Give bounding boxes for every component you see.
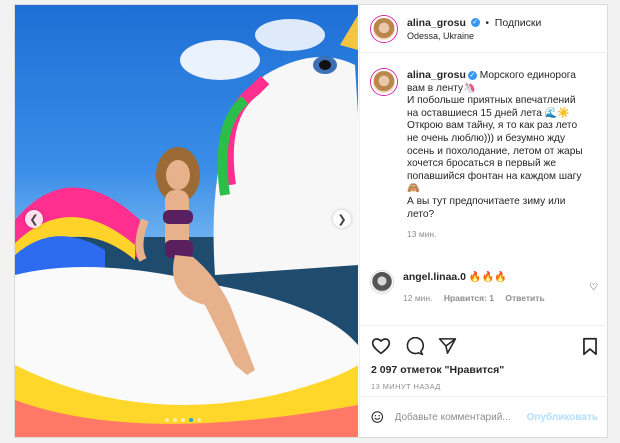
comment-meta: 12 мин. Нравится: 1 Ответить: [403, 293, 554, 303]
caption: alina_grosu ✓ Морского единорога вам в ле…: [371, 69, 603, 241]
comment-body: angel.linaa.0 🔥🔥🔥 12 мин. Нравится: 1 От…: [403, 271, 554, 303]
caption-line: вам в ленту🦄: [407, 82, 476, 94]
bookmark-save-icon[interactable]: [582, 337, 598, 356]
comment-bubble-icon[interactable]: [405, 336, 424, 356]
like-heart-icon[interactable]: [371, 337, 391, 355]
author-username[interactable]: alina_grosu: [407, 17, 466, 29]
verified-badge-icon: ✓: [470, 18, 480, 28]
comment-text: 🔥🔥🔥: [468, 272, 507, 283]
carousel-dot: [165, 418, 169, 422]
author-info: alina_grosu ✓ • Подписки Odessa, Ukraine: [407, 17, 541, 41]
action-icons: [371, 334, 598, 358]
carousel-prev-button[interactable]: ❮: [25, 210, 43, 228]
caption-line: осень и похолодание, летом от жары: [407, 145, 583, 157]
carousel-dot: [173, 418, 177, 422]
caption-line: Открою вам тайну, я то как раз лето: [407, 120, 578, 132]
caption-timestamp: 13 мин.: [407, 229, 437, 240]
add-comment-bar: Опубликовать: [360, 396, 609, 437]
caption-line: попавшийся фонтан на каждом шагу: [407, 170, 582, 182]
carousel-dot-active: [189, 418, 193, 422]
likes-count[interactable]: 2 097 отметок "Нравится": [371, 364, 598, 376]
commenter-avatar[interactable]: [371, 271, 393, 293]
caption-line: alina_grosu ✓ Морского единорога: [407, 69, 602, 83]
post-frame: ❮ ❯ alina_grosu ✓ • Подписки Odessa, Ukr…: [14, 4, 609, 438]
caption-text: Морского единорога: [479, 70, 576, 81]
caption-body: alina_grosu ✓ Морского единорога вам в ле…: [407, 69, 602, 241]
caption-avatar[interactable]: [371, 69, 397, 95]
publish-button[interactable]: Опубликовать: [527, 412, 598, 423]
caption-username[interactable]: alina_grosu: [407, 69, 466, 81]
commenter-username[interactable]: angel.linaa.0: [403, 271, 466, 283]
comment-likes-link[interactable]: Нравится: 1: [444, 293, 494, 303]
post-location[interactable]: Odessa, Ukraine: [407, 31, 541, 41]
follow-status-button[interactable]: Подписки: [495, 17, 542, 29]
carousel-dot: [181, 418, 185, 422]
comment-timestamp: 12 мин.: [403, 293, 433, 303]
caption-line: 🙈: [407, 183, 420, 195]
comment-item: angel.linaa.0 🔥🔥🔥 12 мин. Нравится: 1 От…: [371, 271, 603, 303]
author-avatar[interactable]: [371, 15, 397, 42]
photo-illustration: [15, 15, 358, 437]
post-sidebar: alina_grosu ✓ • Подписки Odessa, Ukraine…: [359, 5, 609, 437]
emoji-smile-icon[interactable]: [371, 408, 384, 426]
post-header: alina_grosu ✓ • Подписки Odessa, Ukraine: [360, 5, 608, 53]
comment-input[interactable]: [394, 411, 527, 423]
caption-line: И побольше приятных впечатлений: [407, 95, 576, 107]
carousel-dot: [197, 418, 201, 422]
share-send-icon[interactable]: [438, 337, 457, 355]
caption-line: на оставшиеся 15 дней лета 🌊☀️: [407, 107, 571, 119]
post-actions: 2 097 отметок "Нравится" 13 МИНУТ НАЗАД: [360, 325, 609, 391]
carousel-dots: [165, 418, 201, 422]
post-time-ago: 13 МИНУТ НАЗАД: [371, 382, 441, 391]
comment-like-icon[interactable]: ♡: [589, 282, 598, 293]
caption-line: А вы тут предпочитаете зиму или: [407, 195, 566, 207]
caption-line: лето?: [407, 208, 435, 220]
carousel-next-button[interactable]: ❯: [333, 210, 351, 228]
reply-button[interactable]: Ответить: [505, 293, 544, 303]
caption-line: хочется бросаться в первый же: [407, 158, 556, 170]
post-photo[interactable]: ❮ ❯: [15, 5, 358, 437]
caption-line: не очень люблю))) и безумно жду: [407, 132, 566, 144]
verified-badge-icon: ✓: [467, 70, 477, 80]
separator-dot: •: [485, 17, 490, 29]
